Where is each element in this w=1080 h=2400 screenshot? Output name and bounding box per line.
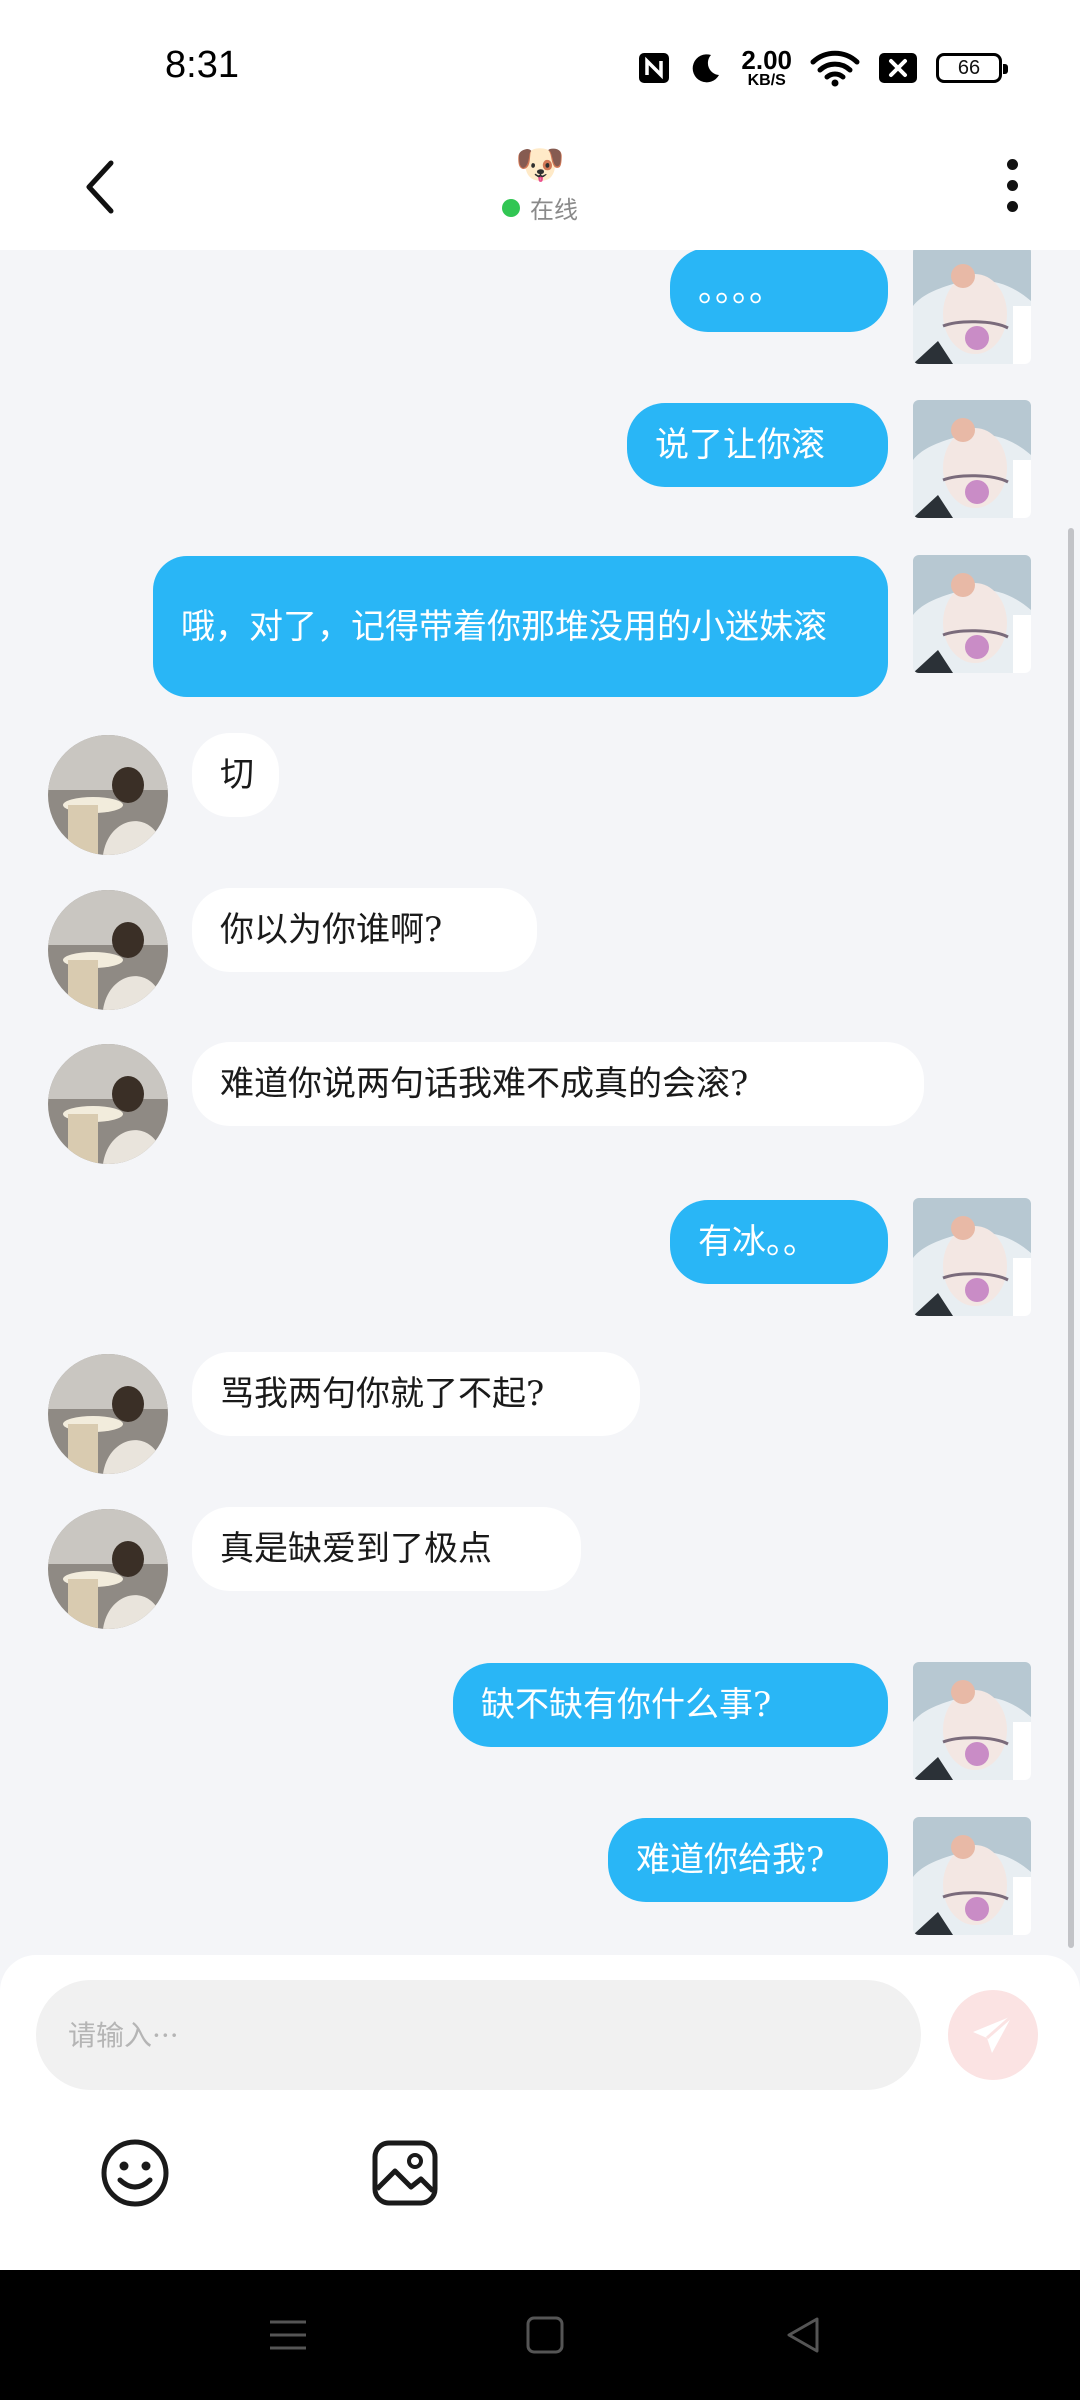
avatar-self[interactable] bbox=[913, 1662, 1031, 1780]
home-square-icon bbox=[526, 2316, 564, 2354]
message-bubble-outgoing[interactable]: 。。。。 bbox=[670, 250, 888, 332]
emoji-button[interactable] bbox=[97, 2135, 173, 2211]
message-input[interactable] bbox=[36, 1980, 921, 2090]
status-time: 8:31 bbox=[165, 44, 239, 86]
message-bubble-incoming[interactable]: 切 bbox=[192, 733, 279, 817]
online-status: 在线 bbox=[502, 190, 578, 225]
status-bar: 8:31 2.00 KB/S 66 bbox=[0, 0, 1080, 130]
nav-home-button[interactable] bbox=[510, 2300, 580, 2370]
battery-icon: 66 bbox=[936, 53, 1008, 83]
message-bubble-outgoing[interactable]: 有冰。。 bbox=[670, 1200, 888, 1284]
image-icon bbox=[372, 2140, 438, 2206]
image-button[interactable] bbox=[367, 2135, 443, 2211]
smiley-icon bbox=[101, 2139, 169, 2207]
send-button[interactable] bbox=[948, 1990, 1038, 2080]
message-bubble-outgoing[interactable]: 哦，对了，记得带着你那堆没用的小迷妹滚 bbox=[153, 556, 888, 697]
message-bubble-outgoing[interactable]: 缺不缺有你什么事? bbox=[453, 1663, 888, 1747]
sim-disabled-icon bbox=[879, 53, 917, 83]
menu-icon bbox=[270, 2320, 306, 2350]
network-speed: 2.00 KB/S bbox=[741, 45, 792, 89]
online-dot-icon bbox=[502, 198, 520, 217]
contact-avatar-dog-icon: 🐶 bbox=[515, 142, 565, 188]
avatar-self[interactable] bbox=[913, 1817, 1031, 1935]
message-bubble-incoming[interactable]: 你以为你谁啊? bbox=[192, 888, 537, 972]
avatar-self[interactable] bbox=[913, 400, 1031, 518]
message-bubble-incoming[interactable]: 真是缺爱到了极点 bbox=[192, 1507, 581, 1591]
message-bubble-incoming[interactable]: 骂我两句你就了不起? bbox=[192, 1352, 640, 1436]
avatar-contact[interactable] bbox=[48, 735, 168, 855]
chat-scrollbar[interactable] bbox=[1068, 528, 1074, 1948]
more-vertical-icon bbox=[1006, 158, 1018, 170]
nav-menu-button[interactable] bbox=[253, 2300, 323, 2370]
wifi-icon bbox=[810, 50, 860, 87]
triangle-back-icon bbox=[787, 2317, 819, 2353]
avatar-self[interactable] bbox=[913, 250, 1031, 364]
avatar-self[interactable] bbox=[913, 1198, 1031, 1316]
moon-icon bbox=[693, 54, 720, 83]
avatar-contact[interactable] bbox=[48, 1509, 168, 1629]
system-nav-bar bbox=[0, 2270, 1080, 2400]
avatar-contact[interactable] bbox=[48, 1044, 168, 1164]
avatar-contact[interactable] bbox=[48, 1354, 168, 1474]
message-bubble-incoming[interactable]: 难道你说两句话我难不成真的会滚? bbox=[192, 1042, 924, 1126]
more-options-button[interactable] bbox=[992, 150, 1032, 220]
online-status-label: 在线 bbox=[530, 196, 578, 224]
composer-panel bbox=[0, 1955, 1080, 2270]
message-list[interactable]: 。。。。 说了让你滚 哦，对了，记得带着你那堆没用的小迷妹滚 切 你以为你谁啊?… bbox=[0, 250, 1080, 1955]
nfc-icon bbox=[639, 53, 670, 83]
nav-back-button[interactable] bbox=[768, 2300, 838, 2370]
avatar-contact[interactable] bbox=[48, 890, 168, 1010]
chat-header: 🐶 在线 bbox=[0, 130, 1080, 250]
contact-info[interactable]: 🐶 在线 bbox=[0, 142, 1080, 225]
message-bubble-outgoing[interactable]: 说了让你滚 bbox=[627, 403, 888, 487]
status-icons: 2.00 KB/S 66 bbox=[637, 42, 1008, 94]
paper-plane-icon bbox=[973, 2014, 1013, 2053]
message-bubble-outgoing[interactable]: 难道你给我? bbox=[608, 1818, 888, 1902]
avatar-self[interactable] bbox=[913, 555, 1031, 673]
